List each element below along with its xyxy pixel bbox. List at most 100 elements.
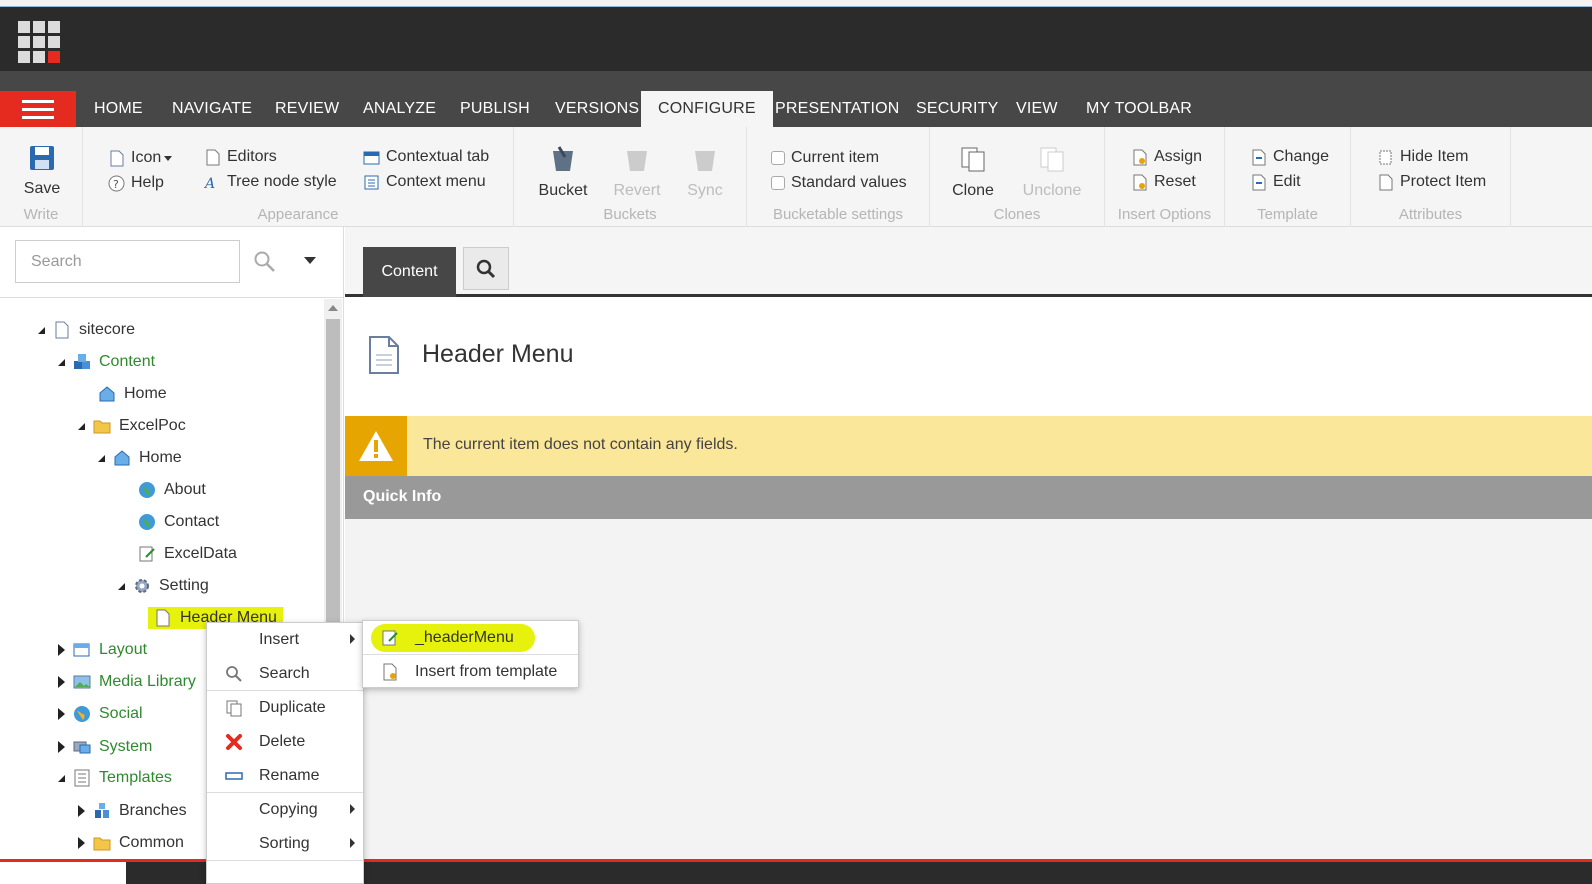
- expand-toggle-icon[interactable]: [58, 741, 65, 753]
- tree-node-content[interactable]: Content: [58, 350, 155, 374]
- tab-presentation[interactable]: PRESENTATION: [758, 91, 917, 127]
- search-icon[interactable]: [252, 249, 278, 275]
- assign-button[interactable]: Assign: [1131, 148, 1202, 166]
- change-template-button[interactable]: Change: [1250, 148, 1329, 166]
- tree-node-media-library[interactable]: Media Library: [58, 670, 196, 694]
- tab-review[interactable]: REVIEW: [258, 91, 356, 127]
- editors-icon: [206, 149, 220, 165]
- submenu-item-label: Insert from template: [415, 663, 558, 680]
- editor-search-button[interactable]: [463, 247, 509, 290]
- menu-item-duplicate[interactable]: Duplicate: [207, 691, 363, 725]
- globe-icon: [139, 482, 155, 498]
- tab-publish[interactable]: PUBLISH: [443, 91, 547, 127]
- expand-toggle-icon[interactable]: [78, 422, 85, 430]
- tab-my-toolbar[interactable]: MY TOOLBAR: [1069, 91, 1209, 127]
- search-icon: [476, 259, 496, 278]
- menu-item-rename[interactable]: Rename: [207, 759, 363, 793]
- menu-item-copying[interactable]: Copying: [207, 793, 363, 827]
- save-button[interactable]: Save: [22, 145, 62, 198]
- expand-toggle-icon[interactable]: [58, 644, 65, 656]
- contextual-tab-button[interactable]: Contextual tab: [363, 148, 489, 166]
- help-button[interactable]: ? Help: [108, 174, 164, 192]
- hide-item-label: Hide Item: [1400, 148, 1469, 165]
- tree-node-sitecore[interactable]: sitecore: [38, 318, 135, 342]
- group-label-attributes: Attributes: [1398, 206, 1463, 223]
- tree-node-style-button[interactable]: A Tree node style: [204, 173, 337, 191]
- tree-node-setting[interactable]: Setting: [118, 574, 209, 598]
- expand-toggle-icon[interactable]: [118, 582, 125, 590]
- reset-button[interactable]: Reset: [1131, 173, 1196, 191]
- group-label-template: Template: [1257, 206, 1318, 223]
- tab-home[interactable]: HOME: [77, 91, 160, 127]
- tree-node-excelpoc[interactable]: ExcelPoc: [78, 414, 186, 438]
- menu-item-search[interactable]: Search: [207, 657, 363, 691]
- icon-button[interactable]: Icon: [108, 149, 173, 167]
- hide-item-button[interactable]: Hide Item: [1377, 148, 1468, 166]
- search-input[interactable]: [15, 240, 240, 283]
- protect-item-icon: [1379, 174, 1393, 190]
- current-item-checkbox[interactable]: Current item: [771, 149, 879, 167]
- tree-node-exceldata[interactable]: ExcelData: [138, 542, 237, 566]
- tree-node-branches[interactable]: Branches: [78, 799, 187, 823]
- protect-item-button[interactable]: Protect Item: [1377, 173, 1486, 191]
- edit-template-icon: [1252, 174, 1266, 190]
- tab-content[interactable]: Content: [363, 247, 456, 297]
- expand-toggle-icon[interactable]: [58, 708, 65, 720]
- bucket-button[interactable]: Bucket: [538, 145, 588, 200]
- insert-submenu: _headerMenu Insert from template: [362, 620, 579, 688]
- tree-node-about[interactable]: About: [138, 478, 206, 502]
- scroll-up-icon[interactable]: [328, 305, 338, 311]
- context-menu-button[interactable]: Context menu: [363, 173, 486, 191]
- tree-node-label: Common: [119, 834, 184, 851]
- expand-toggle-icon[interactable]: [58, 676, 65, 688]
- tab-versions[interactable]: VERSIONS: [538, 91, 656, 127]
- tree-node-system[interactable]: System: [58, 735, 152, 759]
- branches-icon: [95, 803, 109, 818]
- expand-toggle-icon[interactable]: [58, 358, 65, 366]
- duplicate-icon: [226, 700, 242, 717]
- menu-item-label: Rename: [259, 767, 320, 784]
- tree-node-templates[interactable]: Templates: [58, 766, 172, 790]
- tab-configure[interactable]: CONFIGURE: [641, 91, 773, 127]
- tab-navigate[interactable]: NAVIGATE: [155, 91, 269, 127]
- launchpad-icon[interactable]: [18, 21, 60, 63]
- editor-body: [345, 519, 1592, 859]
- unclone-button[interactable]: Unclone: [1022, 145, 1082, 200]
- sync-button[interactable]: Sync: [682, 145, 728, 200]
- tree-node-social[interactable]: Social: [58, 702, 143, 726]
- expand-toggle-icon[interactable]: [38, 326, 45, 334]
- tree-node-home[interactable]: Home: [98, 382, 167, 406]
- current-item-label: Current item: [791, 149, 880, 166]
- tree-node-common[interactable]: Common: [78, 831, 184, 855]
- menu-item-sorting[interactable]: Sorting: [207, 827, 363, 861]
- edit-template-button[interactable]: Edit: [1250, 173, 1301, 191]
- submenu-item-headermenu-template[interactable]: _headerMenu: [363, 621, 578, 654]
- menu-divider: [207, 860, 363, 861]
- document-icon: [369, 336, 399, 374]
- clone-button[interactable]: Clone: [950, 145, 996, 200]
- expand-toggle-icon[interactable]: [58, 774, 65, 782]
- standard-values-checkbox[interactable]: Standard values: [771, 174, 907, 192]
- browser-top-line: [0, 0, 1592, 7]
- menu-item-insert[interactable]: Insert: [207, 623, 363, 657]
- menu-item-label: Duplicate: [259, 699, 326, 716]
- tree-node-contact[interactable]: Contact: [138, 510, 219, 534]
- search-options-chevron-down-icon[interactable]: [304, 257, 316, 264]
- warning-icon: [359, 431, 393, 461]
- revert-button[interactable]: Revert: [612, 145, 662, 200]
- tree-node-home-excelpoc[interactable]: Home: [98, 446, 182, 470]
- expand-toggle-icon[interactable]: [78, 837, 85, 849]
- menu-item-delete[interactable]: Delete: [207, 725, 363, 759]
- expand-toggle-icon[interactable]: [78, 805, 85, 817]
- editors-button[interactable]: Editors: [204, 148, 277, 166]
- tab-analyze[interactable]: ANALYZE: [346, 91, 453, 127]
- edit-document-icon: [139, 546, 155, 562]
- quick-info-section[interactable]: Quick Info: [345, 476, 1592, 519]
- submenu-item-insert-from-template[interactable]: Insert from template: [363, 655, 578, 688]
- tab-view[interactable]: VIEW: [999, 91, 1075, 127]
- expand-toggle-icon[interactable]: [98, 454, 105, 462]
- hamburger-menu-icon[interactable]: [0, 91, 76, 127]
- tree-node-layout[interactable]: Layout: [58, 638, 147, 662]
- item-header: Header Menu: [345, 300, 1592, 416]
- warning-text: The current item does not contain any fi…: [423, 436, 738, 453]
